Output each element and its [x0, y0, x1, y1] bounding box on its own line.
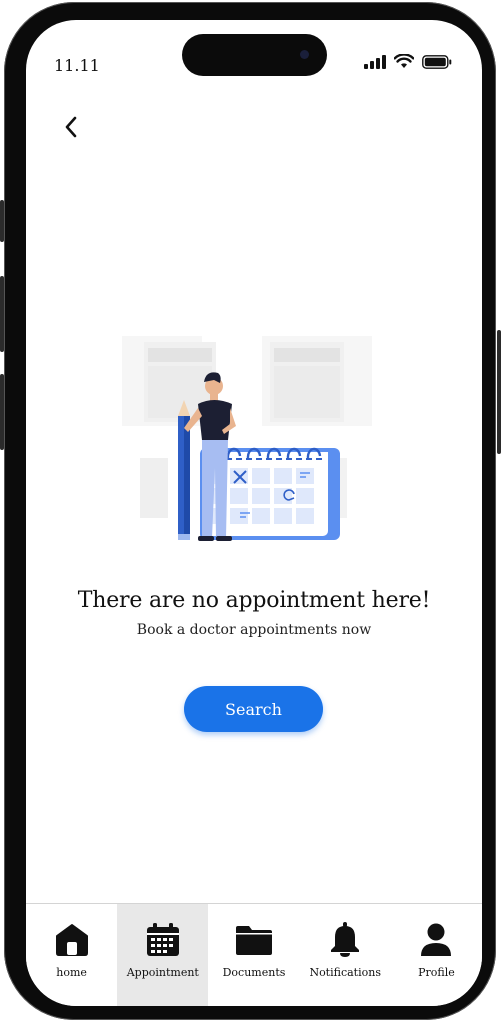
status-time: 11.11 [54, 56, 100, 75]
folder-icon [235, 922, 273, 958]
nav-label-home: home [56, 966, 87, 979]
chevron-left-icon [65, 116, 77, 138]
person-icon [417, 922, 455, 958]
bell-icon [326, 922, 364, 958]
nav-label-documents: Documents [222, 966, 286, 979]
empty-state-subtitle: Book a doctor appointments now [136, 622, 372, 638]
nav-item-notifications[interactable]: Notifications [300, 904, 391, 1006]
nav-label-notifications: Notifications [309, 966, 381, 979]
search-button[interactable]: Search [184, 686, 323, 732]
phone-frame: 11.11 There are no appointment here! Boo… [4, 2, 496, 1020]
empty-state-title: There are no appointment here! [77, 588, 431, 613]
dynamic-island [182, 34, 327, 76]
signal-icon [364, 54, 386, 69]
screen: 11.11 There are no appointment here! Boo… [26, 20, 482, 1006]
battery-icon [422, 54, 452, 69]
camera-dot [300, 50, 309, 59]
nav-label-profile: Profile [418, 966, 455, 979]
back-button[interactable] [56, 112, 86, 142]
status-icons [364, 54, 452, 69]
nav-item-home[interactable]: home [26, 904, 117, 1006]
home-icon [53, 922, 91, 958]
calendar-icon [144, 922, 182, 958]
nav-label-appointment: Appointment [126, 966, 199, 979]
bottom-nav: home Appointment Documents Notifications… [26, 903, 482, 1006]
nav-item-appointment[interactable]: Appointment [117, 904, 209, 1006]
wifi-icon [394, 54, 414, 68]
nav-item-profile[interactable]: Profile [391, 904, 482, 1006]
empty-calendar-illustration [122, 336, 372, 541]
nav-item-documents[interactable]: Documents [208, 904, 299, 1006]
power-button [497, 330, 501, 454]
